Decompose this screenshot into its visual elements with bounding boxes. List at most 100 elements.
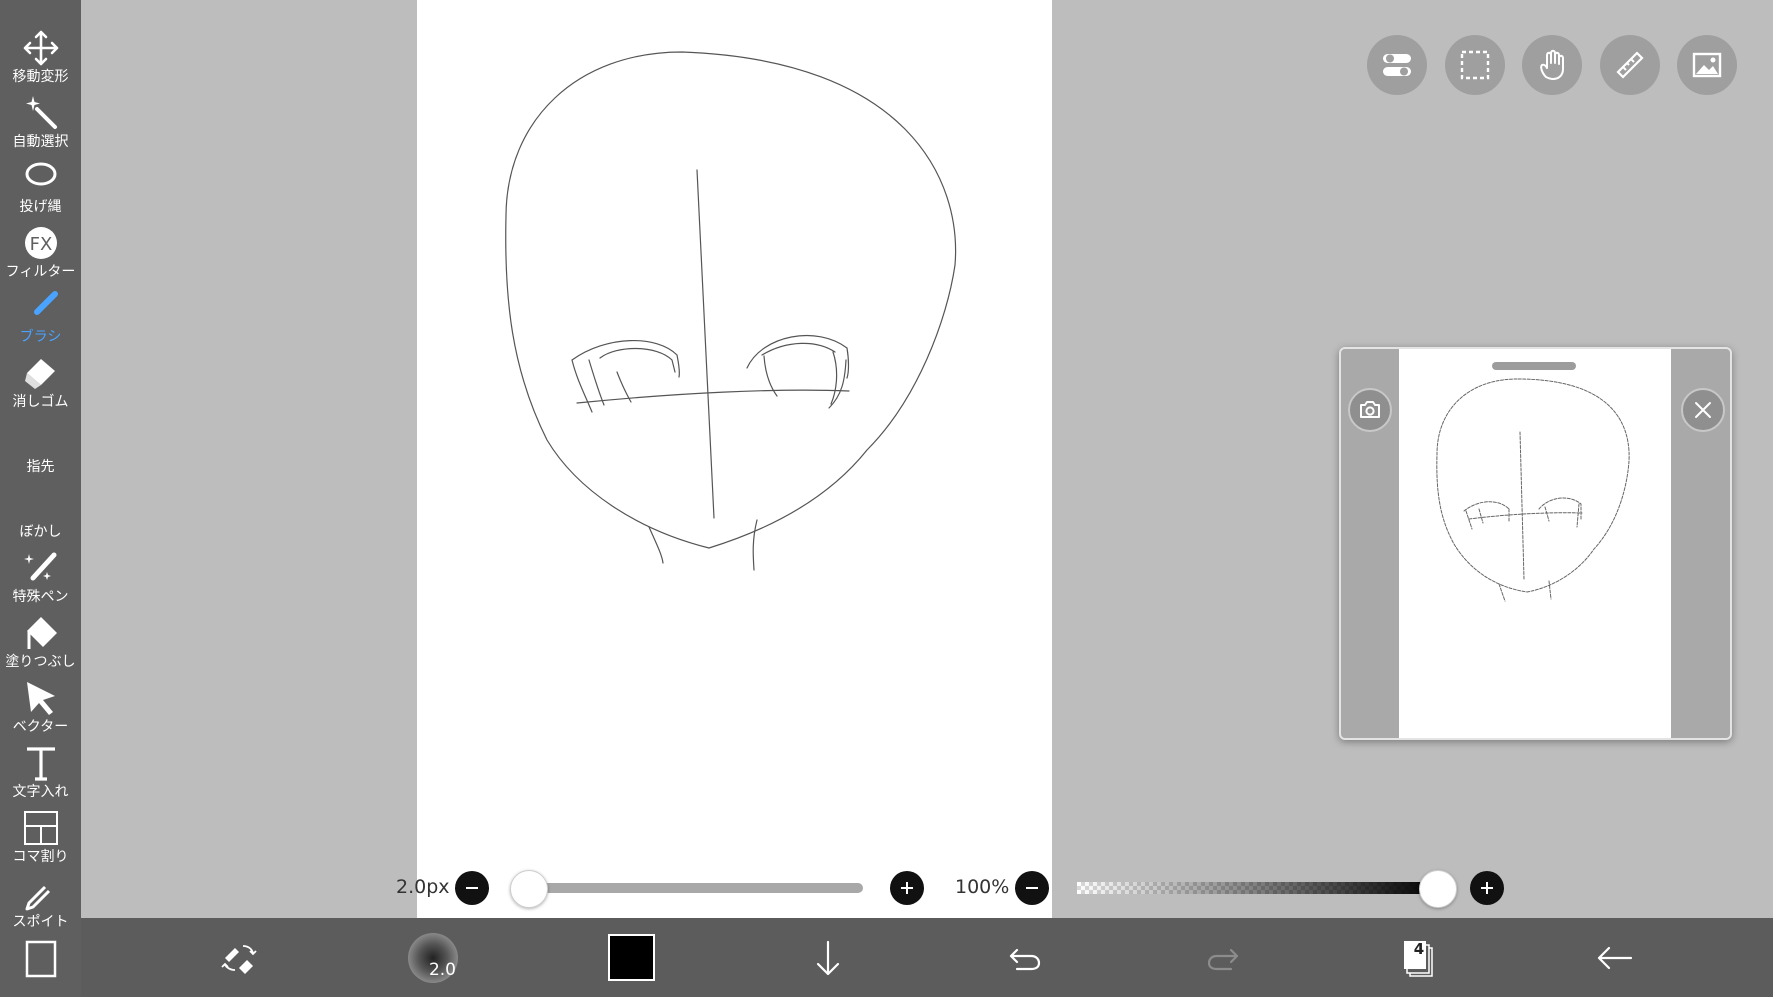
selection-marquee-icon: [1460, 50, 1489, 80]
brush-size-slider-track[interactable]: [527, 883, 863, 893]
left-eye-sketch: [571, 340, 680, 413]
bottom-toolbar: 2.0 4: [81, 918, 1773, 997]
swap-pen-eraser-button[interactable]: [209, 918, 269, 997]
move-down-button[interactable]: [798, 918, 858, 997]
color-button[interactable]: [601, 918, 661, 997]
tool-label: コマ割り: [12, 849, 69, 865]
layer-settings-button[interactable]: [1367, 35, 1427, 95]
image-material-icon: [1692, 52, 1722, 78]
back-arrow-icon: [1597, 946, 1633, 969]
back-button[interactable]: [1585, 918, 1645, 997]
tool-move-arrows[interactable]: 移動変形: [0, 28, 81, 94]
opacity-increase-button[interactable]: [1470, 871, 1504, 905]
hand-pan-icon: [1540, 49, 1564, 80]
tool-label: 文字入れ: [12, 784, 69, 800]
tool-finger-smudge[interactable]: 指先: [0, 418, 81, 484]
frame-icon: [25, 940, 56, 978]
tool-label: 消しゴム: [12, 394, 69, 410]
material-button[interactable]: [1677, 35, 1737, 95]
brush-size-increase-button[interactable]: [890, 871, 924, 905]
brush-preview-button[interactable]: 2.0: [403, 918, 463, 997]
fill-bucket-icon: [26, 617, 57, 649]
selection-button[interactable]: [1444, 35, 1505, 95]
opacity-label: 100%: [955, 876, 1010, 898]
color-swatch: [607, 934, 655, 981]
panel-divide-icon: [23, 811, 58, 845]
svg-text:FX: FX: [29, 234, 52, 255]
move-arrows-icon: [23, 30, 58, 66]
lasso-icon: [25, 162, 56, 186]
navigator-drag-handle[interactable]: [1492, 362, 1576, 370]
navigator-sketch-thumbnail: [1436, 378, 1630, 602]
center-guide: [696, 169, 715, 519]
magic-wand-icon: [25, 96, 57, 129]
eyedropper-icon: [25, 885, 50, 911]
special-pen-icon: [23, 552, 56, 581]
eye-guide: [576, 389, 850, 404]
redo-icon: [1207, 948, 1239, 970]
eraser-icon: [24, 359, 55, 389]
tool-more-partial[interactable]: [0, 938, 81, 997]
tool-fill-bucket[interactable]: 塗りつぶし: [0, 613, 81, 679]
undo-icon: [1009, 948, 1041, 970]
minus-icon: [1026, 887, 1038, 889]
tool-label: 特殊ペン: [12, 589, 69, 605]
tool-magic-wand[interactable]: 自動選択: [0, 93, 81, 159]
camera-icon[interactable]: [1348, 388, 1392, 432]
tool-label: 塗りつぶし: [5, 654, 76, 670]
tool-label: 自動選択: [12, 134, 69, 150]
fx-icon: FX: [24, 227, 57, 259]
tool-blur-drop[interactable]: ぼかし: [0, 483, 81, 549]
finger-smudge-icon: [21, 418, 61, 458]
plus-icon: [901, 882, 913, 894]
vector-arrow-icon: [26, 682, 55, 715]
brush-icon: [33, 291, 58, 315]
redo-button[interactable]: [1193, 918, 1253, 997]
brush-size-label: 2.0px: [396, 876, 450, 898]
opacity-slider-track[interactable]: [1077, 882, 1437, 894]
swap-pen-eraser-icon: [221, 944, 257, 974]
brush-preview-size: 2.0: [428, 959, 456, 980]
tool-label: ブラシ: [19, 329, 62, 345]
close-icon[interactable]: [1681, 388, 1725, 432]
brush-size-slider-knob[interactable]: [510, 870, 548, 908]
hand-tool-button[interactable]: [1522, 35, 1582, 95]
sketch-drawing: [505, 51, 957, 571]
plus-icon: [1481, 882, 1493, 894]
tool-text[interactable]: 文字入れ: [0, 743, 81, 809]
navigator-panel: [1339, 347, 1732, 740]
text-icon: [26, 747, 55, 781]
tool-lasso[interactable]: 投げ縄: [0, 158, 81, 224]
toggle-settings-icon: [1383, 54, 1411, 76]
tool-label: 投げ縄: [19, 199, 62, 215]
navigator-preview[interactable]: [1399, 349, 1671, 738]
drawing-canvas[interactable]: [417, 0, 1052, 918]
opacity-slider-knob[interactable]: [1419, 870, 1457, 908]
tool-label: 指先: [26, 459, 55, 475]
brush-size-decrease-button[interactable]: [455, 871, 489, 905]
tool-label: フィルター: [5, 264, 76, 280]
tool-label: ぼかし: [19, 524, 62, 540]
right-eye-sketch: [746, 335, 850, 409]
head-outline: [505, 51, 957, 549]
tool-eraser[interactable]: 消しゴム: [0, 353, 81, 419]
ruler-icon: [1615, 51, 1644, 79]
blur-drop-icon: [21, 483, 61, 523]
tool-fx[interactable]: FX フィルター: [0, 223, 81, 289]
move-down-icon: [816, 940, 840, 975]
opacity-decrease-button[interactable]: [1015, 871, 1049, 905]
tool-special-pen[interactable]: 特殊ペン: [0, 548, 81, 614]
tool-label: スポイト: [12, 914, 69, 930]
tool-brush[interactable]: ブラシ: [0, 288, 81, 354]
brush-preview-icon: 2.0: [408, 932, 458, 983]
ruler-button[interactable]: [1599, 35, 1660, 95]
tool-eyedropper[interactable]: スポイト: [0, 873, 81, 939]
minus-icon: [466, 887, 478, 889]
tool-vector-arrow[interactable]: ベクター: [0, 678, 81, 744]
layers-button[interactable]: 4: [1388, 918, 1448, 997]
undo-button[interactable]: [995, 918, 1055, 997]
neck-lines: [648, 519, 758, 571]
layer-count: 4: [1413, 940, 1425, 958]
tool-panel-divide[interactable]: コマ割り: [0, 808, 81, 874]
tool-label: 移動変形: [12, 69, 69, 85]
